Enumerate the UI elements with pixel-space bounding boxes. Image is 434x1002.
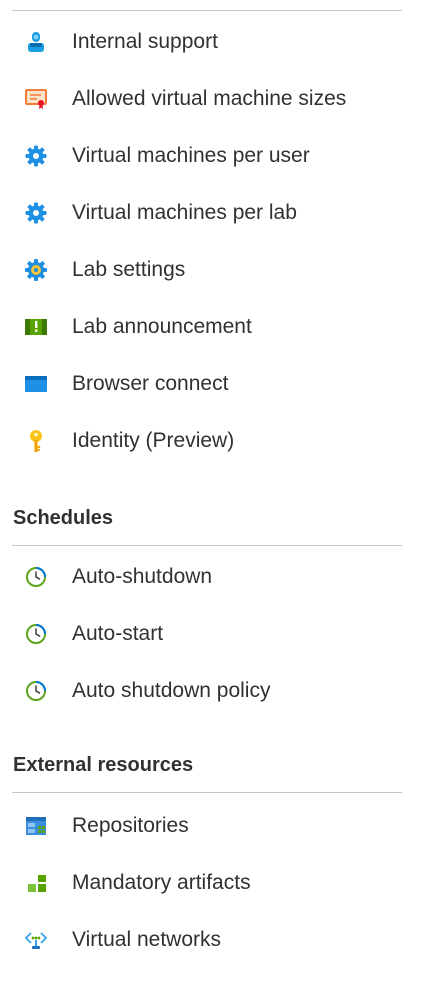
- menu-item-identity-preview[interactable]: Identity (Preview): [0, 416, 430, 466]
- key-icon: [24, 429, 48, 453]
- clock-icon: [24, 565, 48, 589]
- repository-icon: [24, 814, 48, 838]
- menu-item-browser-connect[interactable]: Browser connect: [0, 359, 430, 409]
- gear-icon: [24, 201, 48, 225]
- clock-icon: [24, 679, 48, 703]
- lab-settings-gear-icon: [24, 258, 48, 282]
- menu-item-auto-shutdown[interactable]: Auto-shutdown: [0, 552, 430, 602]
- menu-item-internal-support[interactable]: Internal support: [0, 17, 430, 67]
- browser-window-icon: [24, 372, 48, 396]
- clock-icon: [24, 622, 48, 646]
- menu-item-lab-announcement[interactable]: Lab announcement: [0, 302, 430, 352]
- announcement-icon: [24, 315, 48, 339]
- menu-item-vms-per-user[interactable]: Virtual machines per user: [0, 131, 430, 181]
- menu-item-auto-start[interactable]: Auto-start: [0, 609, 430, 659]
- divider-schedules: [12, 545, 402, 546]
- divider-external-resources: [12, 792, 402, 793]
- menu-item-label: Auto-start: [72, 622, 164, 645]
- vm-sizes-certificate-icon: [24, 87, 48, 111]
- section-title-schedules: Schedules: [13, 507, 114, 529]
- menu-item-allowed-vm-sizes[interactable]: Allowed virtual machine sizes: [0, 74, 430, 124]
- menu-item-label: Internal support: [72, 30, 218, 53]
- gear-icon: [24, 144, 48, 168]
- section-title-external-resources: External resources: [13, 754, 194, 776]
- menu-item-virtual-networks[interactable]: Virtual networks: [0, 915, 430, 965]
- menu-item-auto-shutdown-policy[interactable]: Auto shutdown policy: [0, 666, 430, 716]
- menu-item-label: Browser connect: [72, 372, 229, 395]
- divider-top: [12, 10, 402, 11]
- menu-item-label: Repositories: [72, 814, 189, 837]
- menu-item-label: Auto-shutdown: [72, 565, 213, 588]
- menu-item-lab-settings[interactable]: Lab settings: [0, 245, 430, 295]
- menu-item-label: Identity (Preview): [72, 429, 235, 452]
- virtual-network-icon: [24, 928, 48, 952]
- menu-item-label: Virtual machines per user: [72, 144, 310, 167]
- menu-item-label: Virtual machines per lab: [72, 201, 297, 224]
- support-person-icon: [24, 30, 48, 54]
- menu-item-label: Mandatory artifacts: [72, 871, 251, 894]
- artifacts-blocks-icon: [24, 871, 48, 895]
- menu-item-label: Lab settings: [72, 258, 186, 281]
- lab-menu-panel: Internal support Allowed virtual machine…: [0, 0, 434, 1002]
- menu-item-label: Virtual networks: [72, 928, 222, 951]
- menu-item-label: Lab announcement: [72, 315, 252, 338]
- menu-item-label: Auto shutdown policy: [72, 679, 271, 702]
- menu-item-mandatory-artifacts[interactable]: Mandatory artifacts: [0, 858, 430, 908]
- menu-item-label: Allowed virtual machine sizes: [72, 87, 347, 110]
- menu-item-repositories[interactable]: Repositories: [0, 801, 430, 851]
- menu-item-vms-per-lab[interactable]: Virtual machines per lab: [0, 188, 430, 238]
